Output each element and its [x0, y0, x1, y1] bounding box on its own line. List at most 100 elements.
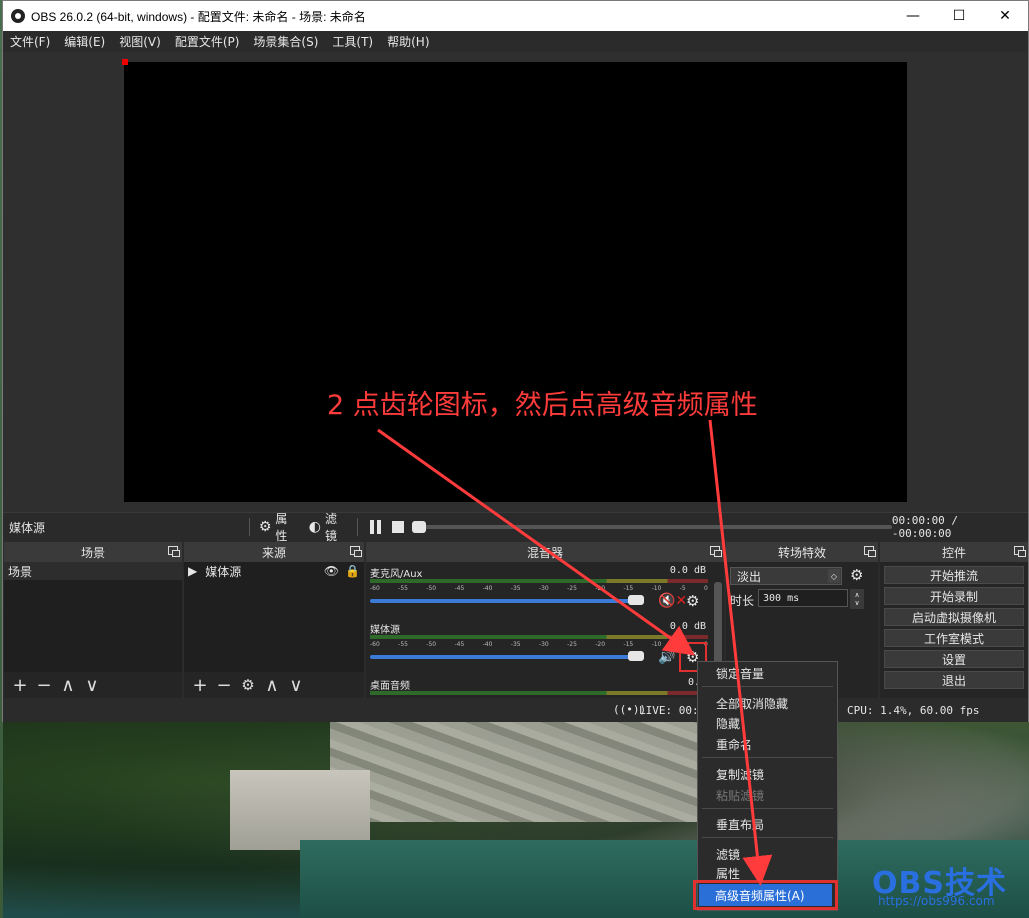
duration-spinner-icon[interactable]: ∧ ∨: [850, 589, 864, 609]
wallpaper-rocks: [330, 722, 730, 822]
speaker-icon[interactable]: 🔊: [658, 649, 675, 665]
selection-handle[interactable]: [122, 59, 128, 65]
volume-slider[interactable]: [370, 599, 636, 603]
meter-tick-label: 0: [704, 585, 708, 592]
menu-tools[interactable]: 工具(T): [325, 33, 380, 50]
volume-meter: [370, 579, 708, 583]
float-dock-icon[interactable]: [710, 546, 722, 557]
meter-tick-label: -30: [538, 641, 549, 648]
filter-icon: ◐: [308, 519, 321, 535]
meter-tick-label: -60: [370, 585, 380, 592]
minimize-button[interactable]: —: [890, 1, 936, 31]
remove-icon[interactable]: −: [214, 675, 234, 696]
menu-scene-collection[interactable]: 场景集合(S): [246, 33, 325, 50]
menu-help[interactable]: 帮助(H): [380, 33, 436, 50]
sources-dock-title: 来源: [184, 542, 364, 562]
meter-tick-label: -25: [567, 585, 577, 592]
channel-db: 0.0 dB: [669, 621, 706, 632]
channel-name: 麦克风/Aux: [370, 569, 423, 580]
obs-app-icon: [11, 9, 25, 23]
toolbar-divider: [248, 518, 250, 536]
source-item[interactable]: ▶ 媒体源 👁 🔒: [184, 562, 364, 580]
start-recording-button[interactable]: 开始录制: [884, 587, 1024, 605]
menu-lock-volume[interactable]: 锁定音量: [716, 664, 764, 682]
gear-icon[interactable]: ⚙: [850, 566, 863, 584]
float-dock-icon[interactable]: [168, 546, 180, 557]
duration-input[interactable]: 300 ms: [758, 589, 848, 607]
duration-label: 时长: [730, 594, 755, 608]
meter-tick-label: -40: [482, 585, 493, 592]
source-toolbar: 媒体源 ⚙ 属性 ◐ 滤镜 00:00:00 / -00:00:00: [3, 510, 1028, 544]
pause-icon[interactable]: [370, 520, 384, 534]
speaker-muted-icon[interactable]: 🔇✕: [658, 593, 687, 609]
properties-label: 属性: [275, 512, 288, 543]
menu-filters[interactable]: 滤镜: [716, 845, 740, 863]
menu-unhide-all[interactable]: 全部取消隐藏: [716, 694, 788, 712]
lock-icon[interactable]: 🔒: [345, 564, 360, 578]
sources-title: 来源: [261, 545, 286, 560]
move-up-icon[interactable]: ∧: [262, 675, 282, 696]
menu-vertical-layout[interactable]: 垂直布局: [716, 815, 764, 833]
exit-button[interactable]: 退出: [884, 671, 1024, 689]
menu-rename[interactable]: 重命名: [716, 735, 752, 753]
gear-icon: ⚙: [258, 519, 272, 535]
scenes-dock: 场景 场景 + − ∧ ∨: [4, 542, 182, 698]
menu-view[interactable]: 视图(V): [112, 33, 168, 50]
transitions-dock-title: 转场特效: [726, 542, 878, 562]
preview-canvas[interactable]: [124, 62, 907, 502]
menu-copy-filters[interactable]: 复制滤镜: [716, 765, 764, 783]
scene-list: 场景: [4, 562, 182, 672]
meter-tick-label: -35: [510, 641, 521, 648]
start-virtual-camera-button[interactable]: 启动虚拟摄像机: [884, 608, 1024, 626]
volume-slider-knob[interactable]: [628, 595, 644, 605]
meter-tick-label: -55: [398, 585, 408, 592]
menu-divider: [702, 808, 833, 809]
add-icon[interactable]: +: [10, 675, 30, 696]
scene-item[interactable]: 场景: [4, 562, 182, 580]
media-time: 00:00:00 / -00:00:00: [891, 514, 959, 540]
cpu-status: CPU: 1.4%, 60.00 fps: [847, 704, 980, 717]
menu-profile[interactable]: 配置文件(P): [168, 33, 247, 50]
float-dock-icon[interactable]: [1014, 546, 1026, 557]
maximize-button[interactable]: ☐: [936, 1, 982, 31]
menu-edit[interactable]: 编辑(E): [57, 33, 112, 50]
move-down-icon[interactable]: ∨: [286, 675, 306, 696]
volume-slider-knob[interactable]: [628, 651, 644, 661]
add-icon[interactable]: +: [190, 675, 210, 696]
menu-advanced-audio-properties[interactable]: 高级音频属性(A): [699, 884, 832, 906]
close-button[interactable]: ✕: [982, 1, 1028, 31]
preview-area: [3, 52, 1028, 512]
seek-bar[interactable]: [411, 521, 892, 533]
gear-icon[interactable]: ⚙: [686, 592, 699, 610]
mixer-dock-title: 混音器: [366, 542, 724, 562]
remove-icon[interactable]: −: [34, 675, 54, 696]
filters-button[interactable]: ◐ 滤镜: [304, 510, 354, 544]
transitions-title: 转场特效: [777, 545, 826, 560]
meter-tick-label: -20: [595, 585, 606, 592]
move-down-icon[interactable]: ∨: [82, 675, 102, 696]
studio-mode-button[interactable]: 工作室模式: [884, 629, 1024, 647]
move-up-icon[interactable]: ∧: [58, 675, 78, 696]
stop-icon[interactable]: [392, 521, 404, 533]
meter-tick-label: -35: [510, 585, 521, 592]
mixer-channel: 桌面音频 0.0: [370, 677, 708, 698]
settings-button[interactable]: 设置: [884, 650, 1024, 668]
play-icon[interactable]: ▶: [188, 564, 197, 578]
menu-divider: [702, 757, 833, 758]
menu-file[interactable]: 文件(F): [3, 33, 57, 50]
float-dock-icon[interactable]: [350, 546, 362, 557]
meter-tick-label: -55: [398, 641, 408, 648]
seek-knob[interactable]: [411, 521, 426, 533]
menu-hide[interactable]: 隐藏: [716, 714, 740, 732]
eye-icon[interactable]: 👁: [324, 564, 339, 578]
watermark-url: https://obs996.com: [878, 894, 995, 908]
gear-icon[interactable]: ⚙: [238, 676, 258, 694]
float-dock-icon[interactable]: [864, 546, 876, 557]
select-arrow-icon[interactable]: ◇: [828, 569, 840, 583]
properties-button[interactable]: ⚙ 属性: [254, 510, 304, 544]
start-streaming-button[interactable]: 开始推流: [884, 566, 1024, 584]
controls-dock: 控件 开始推流 开始录制 启动虚拟摄像机 工作室模式 设置 退出: [880, 542, 1028, 698]
mixer-channel: 麦克风/Aux 0.0 dB -60 -55 -50 -45 -40 -35 -30 -25 -…: [370, 565, 708, 621]
volume-slider[interactable]: [370, 655, 636, 659]
transition-select[interactable]: 淡出: [730, 567, 842, 585]
